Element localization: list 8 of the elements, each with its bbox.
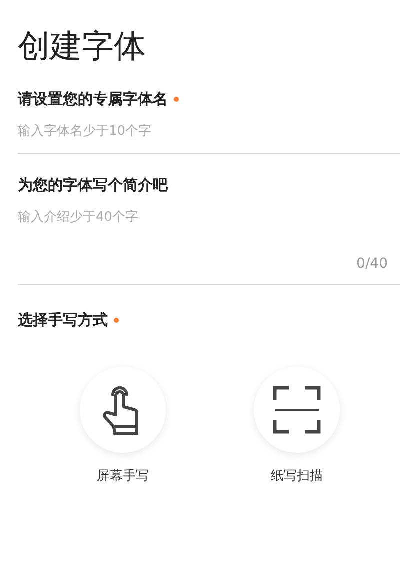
field-label: 为您的字体写个简介吧 — [18, 175, 168, 196]
option-label: 屏幕手写 — [97, 468, 149, 485]
section-label: 选择手写方式 — [18, 310, 108, 331]
option-label: 纸写扫描 — [271, 468, 323, 485]
page-title: 创建字体 — [18, 26, 147, 67]
field-label: 请设置您的专属字体名 — [18, 89, 168, 110]
character-counter: 0/40 — [356, 256, 388, 272]
scan-icon — [273, 386, 321, 434]
